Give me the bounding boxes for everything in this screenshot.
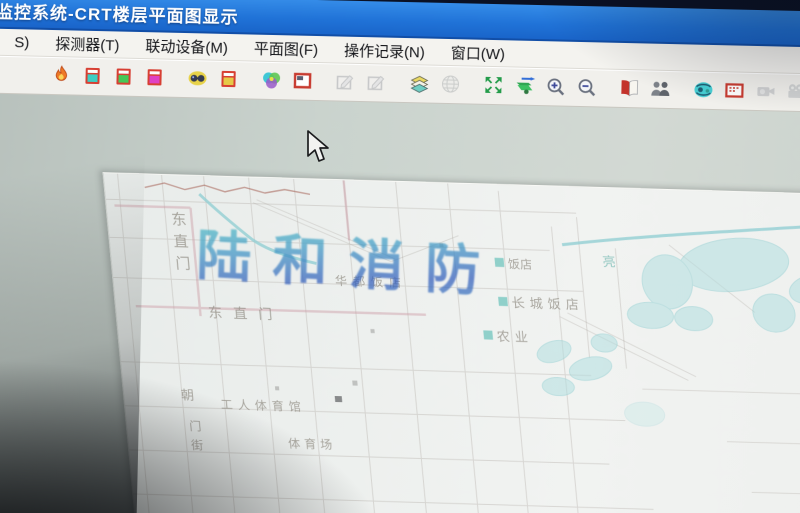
menu-item-operation-log[interactable]: 操作记录(N) — [331, 37, 438, 64]
photo-frame: 监控系统-CRT楼层平面图显示 S)探测器(T)联动设备(M)平面图(F)操作记… — [0, 0, 800, 513]
map-label-great-wall-hotel: 长城饭店 — [498, 295, 585, 314]
window-title: 监控系统-CRT楼层平面图显示 — [0, 0, 239, 28]
document-green-icon — [112, 65, 135, 90]
toolbar-palette-button[interactable] — [257, 68, 285, 95]
menu-item-system-partial[interactable]: S) — [1, 31, 42, 53]
edit-note-icon — [334, 70, 357, 95]
toolbar-alarm-screen-button[interactable] — [720, 78, 748, 105]
document-magenta-icon — [143, 66, 166, 91]
pan-view-icon — [513, 74, 536, 99]
menu-item-detector[interactable]: 探测器(T) — [42, 30, 133, 57]
edit-note-2-icon — [365, 71, 388, 96]
toolbar-document-green-button[interactable] — [109, 64, 137, 91]
layers-icon — [408, 72, 431, 97]
toolbar-group — [405, 71, 464, 98]
toolbar-pan-view-button[interactable] — [510, 73, 538, 100]
document-cyan-icon — [81, 64, 104, 89]
toolbar-edit-note-button[interactable] — [331, 69, 359, 96]
toolbar-projector-button[interactable] — [782, 80, 800, 107]
toolbar-globe-wire-button[interactable] — [436, 72, 464, 99]
toolbar-group — [47, 63, 168, 92]
toolbar-zoom-out-button[interactable] — [572, 75, 600, 102]
toolbar-document-cyan-button[interactable] — [78, 64, 106, 91]
toolbar-layers-button[interactable] — [405, 71, 433, 98]
globe-wire-icon — [439, 72, 462, 97]
projector-icon — [785, 80, 800, 105]
binoculars-icon — [186, 67, 209, 92]
toolbar-group — [183, 66, 242, 93]
toolbar-group — [257, 68, 316, 95]
toolbar-document-magenta-button[interactable] — [140, 65, 168, 92]
toolbar-group — [331, 69, 390, 96]
people-icon — [649, 77, 672, 102]
map-label-dongzhimen: 东直门 — [207, 304, 284, 324]
network-globe-icon — [692, 78, 715, 103]
document-yellow-icon — [217, 67, 240, 92]
monitor-screen: 监控系统-CRT楼层平面图显示 S)探测器(T)联动设备(M)平面图(F)操作记… — [0, 0, 800, 513]
toolbar-book-button[interactable] — [615, 76, 643, 103]
camera-icon — [754, 79, 777, 104]
zoom-out-icon — [575, 75, 598, 100]
toolbar-camera-button[interactable] — [751, 79, 779, 106]
fit-view-icon — [482, 73, 505, 98]
palette-icon — [260, 68, 283, 93]
toolbar-group — [689, 77, 800, 106]
toolbar-binoculars-button[interactable] — [183, 66, 211, 93]
toolbar-network-globe-button[interactable] — [689, 77, 717, 104]
menu-item-linkage-device[interactable]: 联动设备(M) — [132, 32, 241, 59]
toolbar-edit-note-2-button[interactable] — [362, 70, 390, 97]
menu-item-floor-plan[interactable]: 平面图(F) — [241, 35, 332, 62]
toolbar-document-yellow-button[interactable] — [214, 67, 242, 94]
toolbar-people-button[interactable] — [646, 76, 674, 103]
flame-icon — [50, 63, 73, 88]
toolbar-fit-view-button[interactable] — [479, 73, 507, 100]
desktop-area: 东直门东直门朝工人体育馆体育场门街饭店华都饭店长城饭店亮农业 陆和消防 — [0, 94, 800, 513]
map-label-menjie-vertical: 门街 — [186, 420, 205, 459]
book-icon — [618, 76, 641, 101]
menu-item-window-menu[interactable]: 窗口(W) — [438, 39, 519, 66]
map-marker-icon — [483, 330, 493, 339]
floor-plan-map[interactable]: 东直门东直门朝工人体育馆体育场门街饭店华都饭店长城饭店亮农业 陆和消防 — [102, 172, 800, 513]
map-label-stadium: 体育场 — [288, 437, 337, 453]
map-label-agriculture: 农业 — [483, 328, 534, 346]
map-label-chaoyangmen: 朝 — [180, 387, 195, 404]
toolbar-group — [615, 76, 674, 103]
toolbar-red-frame-button[interactable] — [288, 68, 316, 95]
map-label-dongzhimen-vertical: 东直门 — [167, 211, 192, 278]
map-label-workers-gymnasium: 工人体育馆 — [220, 398, 306, 416]
toolbar-flame-button[interactable] — [47, 63, 75, 90]
alarm-screen-icon — [723, 79, 746, 104]
red-frame-icon — [291, 69, 314, 94]
toolbar-group — [479, 73, 600, 102]
zoom-in-icon — [544, 75, 567, 100]
toolbar-zoom-in-button[interactable] — [541, 74, 569, 101]
map-label-liangma: 亮 — [602, 254, 617, 271]
